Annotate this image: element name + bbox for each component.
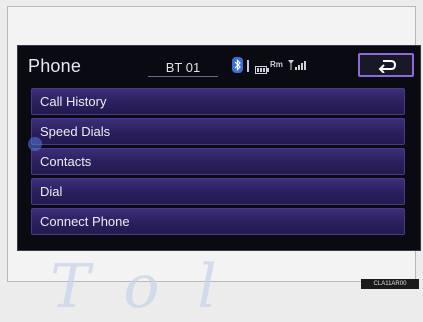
device-name: BT 01 [148,60,218,77]
phone-menu: Call History Speed Dials Contacts Dial C… [31,88,405,238]
menu-item-speed-dials[interactable]: Speed Dials [31,118,405,145]
menu-item-contacts[interactable]: Contacts [31,148,405,175]
menu-item-dial[interactable]: Dial [31,178,405,205]
figure-code: CLA11AR00 [361,279,419,289]
back-arrow-icon [378,60,397,73]
watermark: Tol [50,252,255,322]
roaming-label: Rm [270,60,283,69]
bluetooth-icon [232,57,243,73]
header-bar: Phone BT 01 Rm [18,46,420,83]
back-button[interactable] [358,53,414,77]
divider-icon [246,59,250,72]
phone-screen: Phone BT 01 Rm Call History Speed Dials … [17,45,421,251]
signal-icon [288,58,306,70]
touch-indicator [28,137,42,151]
menu-item-call-history[interactable]: Call History [31,88,405,115]
battery-icon [255,61,269,74]
page-title: Phone [28,56,82,76]
menu-item-connect-phone[interactable]: Connect Phone [31,208,405,235]
